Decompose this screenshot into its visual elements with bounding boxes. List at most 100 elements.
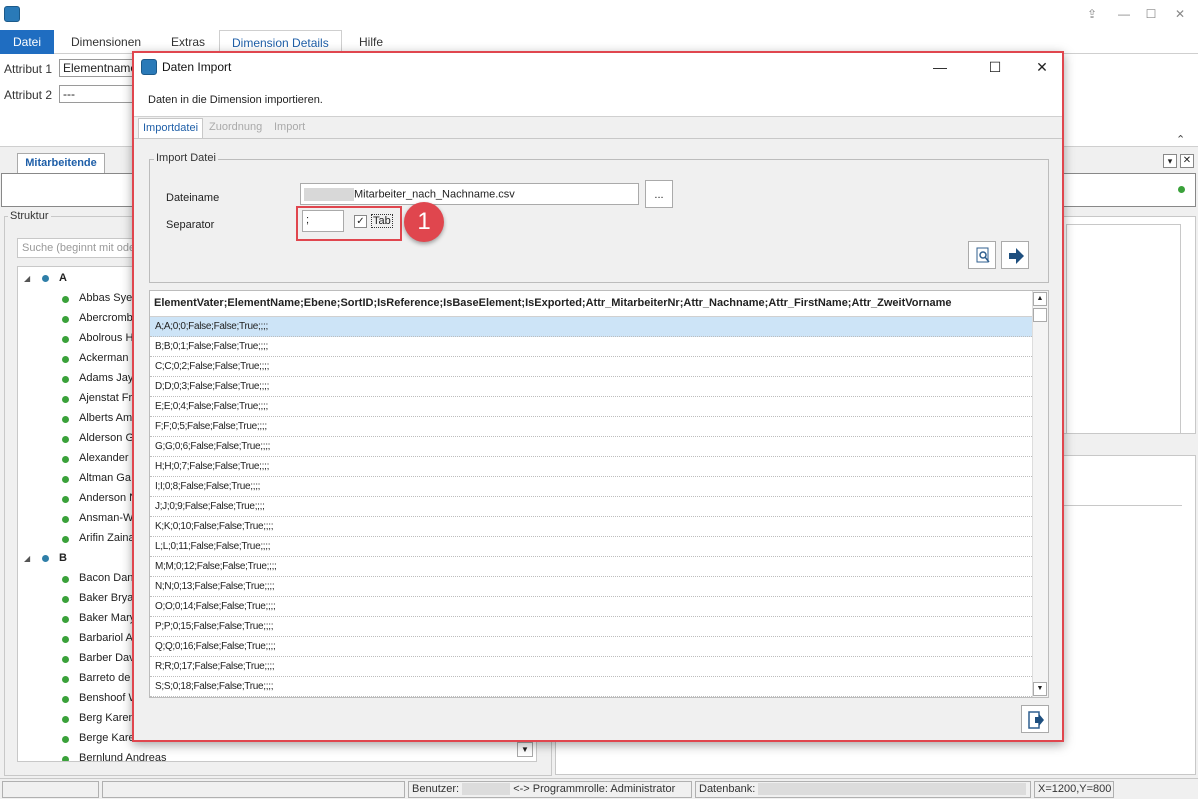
grid-scrollbar[interactable] <box>1032 291 1048 697</box>
tree-item-label: Alderson G <box>79 432 135 444</box>
tree-item-label: Bacon Dan <box>79 572 134 584</box>
element-dot-icon <box>62 476 69 483</box>
tree-item-label: Baker Mary <box>79 612 136 624</box>
tree-item-label: Bernlund Andreas <box>79 752 167 762</box>
tab-checkbox-label[interactable]: Tab <box>371 214 393 228</box>
tree-item-label: Abolrous H <box>79 332 134 344</box>
tab-zuordnung[interactable]: Zuordnung <box>205 118 266 138</box>
tree-item-label: Alberts Am <box>79 412 133 424</box>
tree-item-label: Barbariol A <box>79 632 133 644</box>
menu-datei[interactable]: Datei <box>0 30 54 54</box>
status-user-cell: Benutzer: <-> Programmrolle: Administrat… <box>408 781 692 798</box>
panel-close-icon[interactable]: ✕ <box>1180 154 1194 168</box>
scroll-up-button[interactable]: ▲ <box>1033 292 1047 306</box>
group-dot-icon <box>42 275 49 282</box>
element-dot-icon <box>62 716 69 723</box>
table-row[interactable]: R;R;0;17;False;False;True;;;; <box>150 657 1032 677</box>
scroll-down-button[interactable]: ▼ <box>1033 682 1047 696</box>
coords-readout: X=1200,Y=800 <box>1034 781 1114 798</box>
close-button[interactable]: ✕ <box>1172 6 1188 22</box>
filename-text: Mitarbeiter_nach_Nachname.csv <box>354 188 515 201</box>
main-titlebar <box>0 0 1198 30</box>
tab-mitarbeitende[interactable]: Mitarbeitende <box>17 153 105 173</box>
status-cell-2 <box>102 781 405 798</box>
preview-button[interactable] <box>968 241 996 269</box>
table-row[interactable]: F;F;0;5;False;False;True;;;; <box>150 417 1032 437</box>
table-row[interactable]: K;K;0;10;False;False;True;;;; <box>150 517 1032 537</box>
ribbon-collapse-icon[interactable]: ⌃ <box>1176 133 1185 146</box>
dialog-description: Daten in die Dimension importieren. <box>148 94 323 106</box>
element-dot-icon <box>62 756 69 761</box>
attribut1-combo[interactable]: Elementname <box>59 59 139 77</box>
element-dot-icon <box>62 396 69 403</box>
table-row[interactable]: H;H;0;7;False;False;True;;;; <box>150 457 1032 477</box>
tab-checkbox[interactable]: ✓ <box>354 215 367 228</box>
table-row[interactable]: N;N;0;13;False;False;True;;;; <box>150 577 1032 597</box>
element-dot-icon <box>62 656 69 663</box>
element-dot-icon <box>62 356 69 363</box>
tree-item-label: Barber Dav <box>79 652 135 664</box>
table-row[interactable]: B;B;0;1;False;False;True;;;; <box>150 337 1032 357</box>
table-row[interactable]: Q;Q;0;16;False;False;True;;;; <box>150 637 1032 657</box>
dateiname-label: Dateiname <box>166 192 220 204</box>
element-dot-icon <box>62 316 69 323</box>
table-row[interactable]: I;I;0;8;False;False;True;;;; <box>150 477 1032 497</box>
table-row[interactable]: E;E;0;4;False;False;True;;;; <box>150 397 1032 417</box>
tree-item-label: Adams Jay <box>79 372 134 384</box>
tree-item-label: Berg Karen <box>79 712 135 724</box>
tree-expand-icon[interactable]: ◢ <box>24 274 30 283</box>
next-button[interactable] <box>1001 241 1029 269</box>
tree-item-label: Barreto de <box>79 672 131 684</box>
panel-options-icon[interactable]: ▾ <box>1163 154 1177 168</box>
table-row[interactable]: L;L;0;11;False;False;True;;;; <box>150 537 1032 557</box>
dialog-titlebar <box>134 53 1062 81</box>
tree-group-label: A <box>59 272 67 284</box>
grid-rows[interactable]: A;A;0;0;False;False;True;;;; B;B;0;1;Fals… <box>150 317 1032 697</box>
tab-importdatei[interactable]: Importdatei <box>138 118 204 138</box>
tree-item-label: Arifin Zaina <box>79 532 135 544</box>
tree-item-label: Ansman-W <box>79 512 134 524</box>
tree-item-label: Ackerman <box>79 352 129 364</box>
browse-button[interactable]: ... <box>645 180 673 208</box>
import-datei-label: Import Datei <box>154 152 218 164</box>
separator-input[interactable]: ; <box>302 210 344 232</box>
search-input[interactable]: Suche (beginnt mit oder <box>17 238 137 258</box>
attribut2-combo[interactable]: --- <box>59 85 139 103</box>
status-arrows: <-> <box>513 783 530 795</box>
table-row[interactable]: C;C;0;2;False;False;True;;;; <box>150 357 1032 377</box>
dialog-close-button[interactable]: ✕ <box>1032 57 1052 77</box>
table-row[interactable]: S;S;0;18;False;False;True;;;; <box>150 677 1032 697</box>
redacted-user <box>462 783 511 796</box>
tab-import[interactable]: Import <box>270 118 309 138</box>
dialog-title: Daten Import <box>162 60 232 74</box>
table-row[interactable]: D;D;0;3;False;False;True;;;; <box>150 377 1032 397</box>
table-row[interactable]: J;J;0;9;False;False;True;;;; <box>150 497 1032 517</box>
tree-item-label: Ajenstat Fr <box>79 392 133 404</box>
table-row[interactable]: P;P;0;15;False;False;True;;;; <box>150 617 1032 637</box>
filename-field[interactable]: Mitarbeiter_nach_Nachname.csv <box>300 183 639 205</box>
dialog-minimize-button[interactable]: — <box>930 57 950 77</box>
tree-item-label: Baker Bryar <box>79 592 138 604</box>
element-dot-icon <box>62 376 69 383</box>
dialog-maximize-button[interactable]: ☐ <box>985 57 1005 77</box>
tree-item[interactable]: Bernlund Andreas <box>18 749 218 762</box>
element-dot-icon <box>62 736 69 743</box>
group-dot-icon <box>42 555 49 562</box>
exit-button[interactable] <box>1021 705 1049 733</box>
minimize-button[interactable]: — <box>1116 6 1132 22</box>
tree-scroll-down-button[interactable]: ▼ <box>517 742 533 757</box>
element-dot-icon <box>62 576 69 583</box>
maximize-button[interactable]: ☐ <box>1143 6 1159 22</box>
tree-expand-icon[interactable]: ◢ <box>24 554 30 563</box>
redacted-db <box>758 783 1027 796</box>
element-dot-icon <box>62 516 69 523</box>
step-badge: 1 <box>404 202 444 242</box>
scroll-thumb[interactable] <box>1033 308 1047 322</box>
table-row[interactable]: G;G;0;6;False;False;True;;;; <box>150 437 1032 457</box>
restore-up-icon[interactable]: ⇪ <box>1084 6 1100 22</box>
table-row[interactable]: A;A;0;0;False;False;True;;;; <box>150 317 1032 337</box>
table-row[interactable]: M;M;0;12;False;False;True;;;; <box>150 557 1032 577</box>
table-row[interactable]: O;O;0;14;False;False;True;;;; <box>150 597 1032 617</box>
arrow-right-icon <box>1009 248 1024 264</box>
element-dot-icon <box>62 456 69 463</box>
